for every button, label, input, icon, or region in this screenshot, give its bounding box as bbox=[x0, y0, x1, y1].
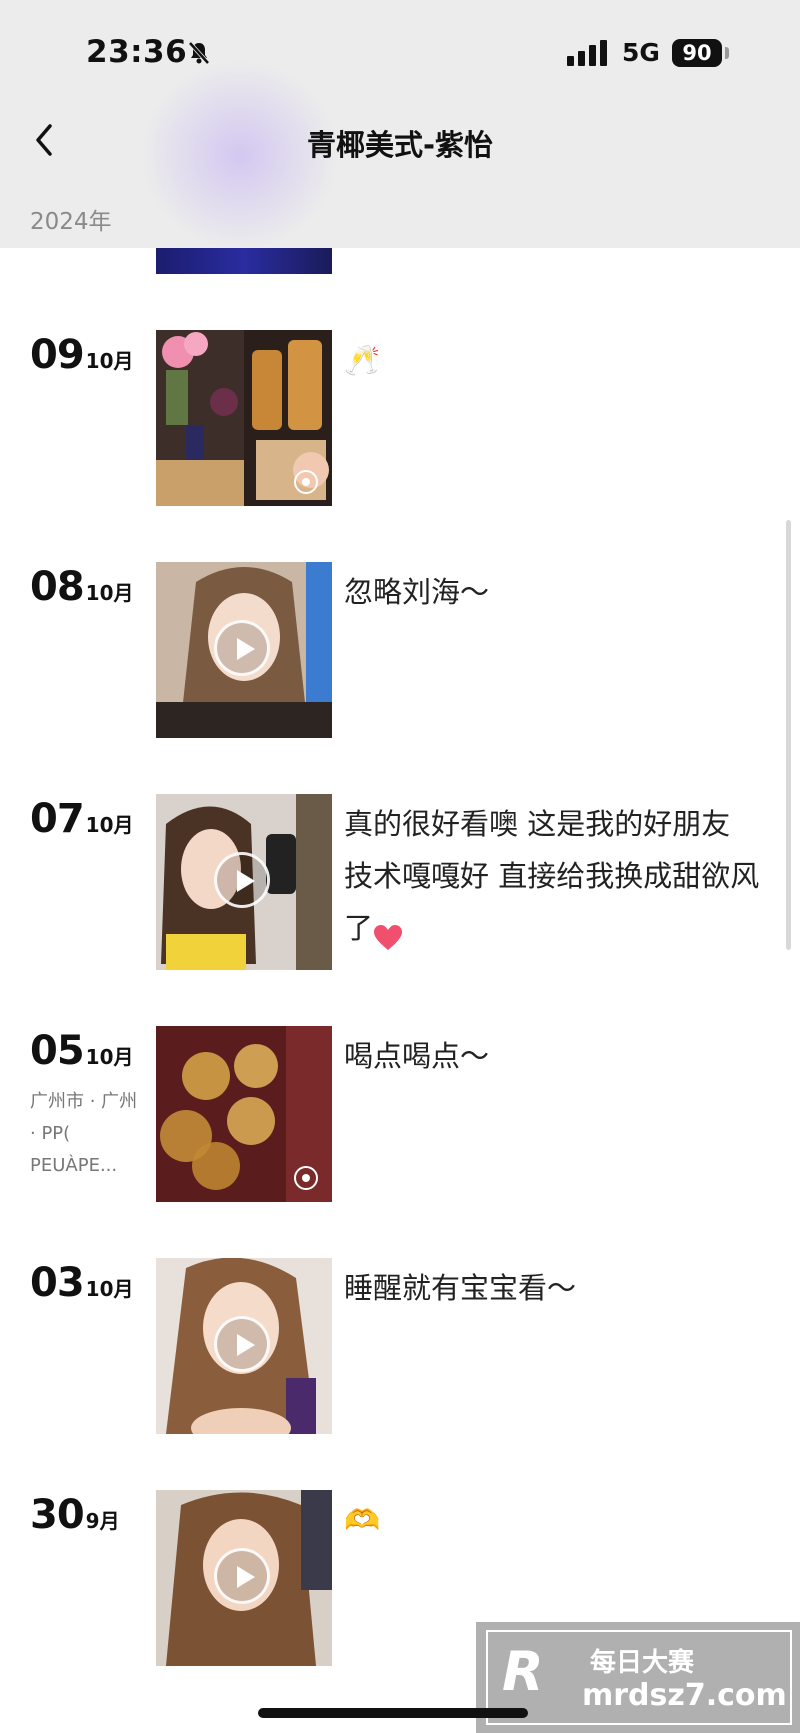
signal-icon bbox=[567, 40, 609, 70]
post-day: 09 bbox=[30, 332, 85, 378]
post-caption: 🫶 bbox=[344, 1503, 381, 1537]
post-caption: 睡醒就有宝宝看～ bbox=[344, 1271, 577, 1305]
watermark-title: 每日大赛 bbox=[590, 1648, 695, 1678]
post-month: 10月 bbox=[85, 349, 134, 373]
battery-tip bbox=[725, 47, 729, 59]
network-type: 5G bbox=[622, 38, 660, 67]
play-icon bbox=[214, 1548, 270, 1604]
post-caption: 🥂 bbox=[344, 343, 381, 377]
post-day: 08 bbox=[30, 564, 85, 610]
status-bar: 23:36 5G 90 bbox=[0, 0, 800, 105]
post-thumbnail[interactable] bbox=[156, 330, 332, 506]
post-thumbnail[interactable] bbox=[156, 1258, 332, 1434]
list-item[interactable]: 08 10月 忽略刘海～ bbox=[0, 562, 800, 742]
post-location[interactable]: 广州市 · 广州 · PP( PEUÀPE... bbox=[30, 1086, 140, 1182]
post-month: 10月 bbox=[85, 1045, 134, 1069]
post-caption: 忽略刘海～ bbox=[344, 575, 490, 609]
live-photo-icon bbox=[294, 1166, 318, 1190]
previous-post-thumbnail[interactable] bbox=[156, 248, 332, 274]
post-thumbnail[interactable] bbox=[156, 794, 332, 970]
status-time: 23:36 bbox=[86, 34, 188, 70]
post-day: 07 bbox=[30, 796, 85, 842]
list-item[interactable]: 05 10月 广州市 · 广州 · PP( PEUÀPE... 喝点喝点～ bbox=[0, 1026, 800, 1206]
post-date: 07 10月 bbox=[30, 796, 134, 842]
post-thumbnail[interactable] bbox=[156, 1026, 332, 1202]
live-photo-icon bbox=[294, 470, 318, 494]
post-thumbnail[interactable] bbox=[156, 562, 332, 738]
post-day: 05 bbox=[30, 1028, 85, 1074]
post-day: 03 bbox=[30, 1260, 85, 1306]
post-month: 10月 bbox=[85, 813, 134, 837]
post-month: 10月 bbox=[85, 581, 134, 605]
battery-icon: 90 bbox=[672, 39, 722, 67]
mute-bell-icon bbox=[186, 40, 212, 70]
post-caption-text: 真的很好看噢 这是我的好朋友 技术嘎嘎好 直接给我换成甜欲风了 bbox=[344, 807, 760, 945]
post-date: 03 10月 bbox=[30, 1260, 134, 1306]
post-date: 09 10月 bbox=[30, 332, 134, 378]
play-icon bbox=[214, 620, 270, 676]
watermark-frame: R 每日大赛 mrdsz7.com bbox=[486, 1630, 792, 1725]
list-item[interactable]: 07 10月 真的很好看噢 这是我的好朋友 技术嘎嘎好 直接给我换成甜欲风了 bbox=[0, 794, 800, 974]
post-date: 05 10月 bbox=[30, 1028, 134, 1074]
post-day: 30 bbox=[30, 1492, 85, 1538]
post-month: 9月 bbox=[85, 1509, 120, 1533]
post-date: 08 10月 bbox=[30, 564, 134, 610]
list-item[interactable]: 03 10月 睡醒就有宝宝看～ bbox=[0, 1258, 800, 1438]
play-icon bbox=[214, 1316, 270, 1372]
year-label: 2024年 bbox=[30, 209, 112, 235]
post-location-text: 广州市 · 广州 · PP( PEUÀPE... bbox=[30, 1091, 138, 1176]
page-title: 青椰美式-紫怡 bbox=[306, 128, 494, 162]
heart-emoji-icon bbox=[373, 916, 403, 950]
post-month: 10月 bbox=[85, 1277, 134, 1301]
watermark-url: mrdsz7.com bbox=[582, 1678, 787, 1713]
header-bar: 23:36 5G 90 青椰美式-紫怡 2024年 bbox=[0, 0, 800, 250]
play-icon bbox=[214, 852, 270, 908]
post-date: 30 9月 bbox=[30, 1492, 120, 1538]
scrollbar[interactable] bbox=[786, 520, 791, 950]
post-caption: 喝点喝点～ bbox=[344, 1039, 490, 1073]
home-indicator[interactable] bbox=[258, 1708, 528, 1718]
post-caption: 真的很好看噢 这是我的好朋友 技术嘎嘎好 直接给我换成甜欲风了 bbox=[344, 798, 764, 954]
list-item[interactable]: 09 10月 🥂 bbox=[0, 330, 800, 510]
watermark-logo: R bbox=[502, 1640, 544, 1703]
post-thumbnail[interactable] bbox=[156, 1490, 332, 1666]
